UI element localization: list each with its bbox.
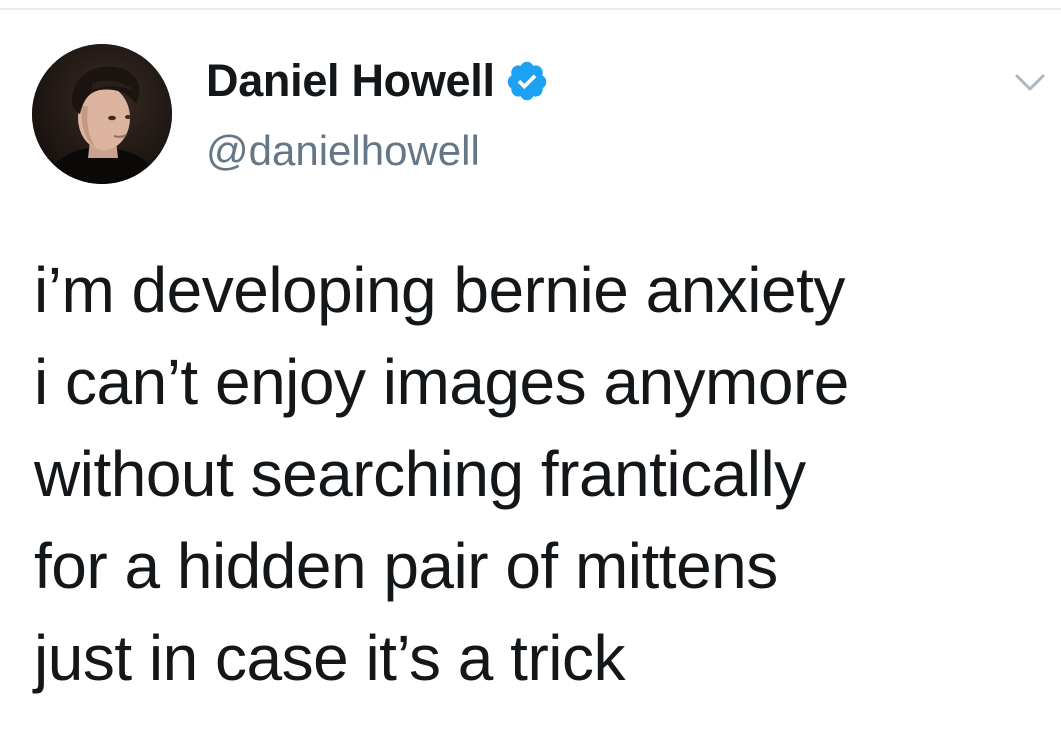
tweet-line: for a hidden pair of mittens (34, 530, 778, 602)
chevron-down-icon[interactable] (1014, 72, 1046, 94)
avatar[interactable] (32, 44, 172, 184)
tweet-card: Daniel Howell @danielhowell i’m developi… (0, 0, 1061, 739)
tweet-body: i’m developing bernie anxiety i can’t en… (34, 244, 1044, 704)
author-name-row[interactable]: Daniel Howell (206, 54, 549, 108)
verified-badge-icon (505, 59, 549, 103)
author-display-name[interactable]: Daniel Howell (206, 54, 495, 108)
tweet-line: i’m developing bernie anxiety (34, 254, 845, 326)
top-divider (0, 8, 1061, 10)
profile-photo-icon (32, 44, 172, 184)
author-handle[interactable]: @danielhowell (206, 124, 480, 178)
tweet-line: i can’t enjoy images anymore (34, 346, 849, 418)
tweet-line: just in case it’s a trick (34, 622, 625, 694)
tweet-line: without searching frantically (34, 438, 806, 510)
